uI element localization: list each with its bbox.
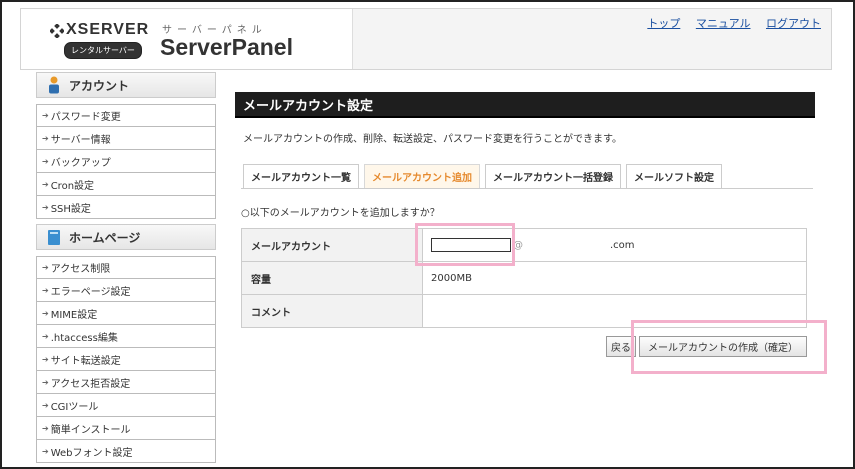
confirm-question: ○以下のメールアカウントを追加しますか？ (241, 208, 440, 219)
top-link-manual[interactable]: マニュアル (696, 17, 751, 30)
table-row: メールアカウント @ .com (241, 228, 807, 262)
sidebar-section-title: アカウント (69, 78, 130, 93)
domain-redacted (525, 242, 610, 248)
arrow-icon: ➔ (42, 111, 49, 120)
table-row: コメント (241, 294, 807, 328)
sidebar-item-redirect[interactable]: ➔ サイト転送設定 (36, 348, 216, 371)
account-name-redacted (431, 238, 511, 252)
page-description: メールアカウントの作成、削除、転送設定、パスワード変更を行うことができます。 (243, 134, 622, 145)
capacity-value: 2000MB (422, 261, 807, 295)
arrow-icon: ➔ (42, 446, 49, 456)
sidebar-item-label: パスワード変更 (50, 112, 121, 123)
create-account-button[interactable]: メールアカウントの作成（確定） (639, 336, 807, 357)
arrow-icon: ➔ (42, 331, 49, 341)
sidebar-item-label: SSH設定 (50, 203, 91, 215)
sidebar-item-label: アクセス制限 (50, 264, 111, 275)
button-row: 戻る メールアカウントの作成（確定） (606, 336, 807, 357)
brand-badge: レンタルサーバー (64, 42, 142, 59)
sidebar-list-account: ➔ パスワード変更 ➔ サーバー情報 ➔ バックアップ ➔ Cron設定 ➔ SSH設定 (36, 104, 216, 219)
row-label: コメント (241, 294, 423, 328)
sidebar-item-mime[interactable]: ➔ MIME設定 (36, 302, 216, 325)
sidebar-item-label: MIME設定 (50, 309, 98, 321)
brand-name: XSERVER (66, 21, 150, 38)
sidebar-item-access-limit[interactable]: ➔ アクセス制限 (36, 256, 216, 279)
sidebar-item-htaccess[interactable]: ➔ .htaccess編集 (36, 325, 216, 348)
arrow-icon: ➔ (42, 308, 49, 318)
tab-bar: メールアカウント一覧 メールアカウント追加 メールアカウント一括登録 メールソフ… (243, 164, 727, 188)
tab-divider (241, 188, 813, 189)
logo[interactable]: XSERVER レンタルサーバー サーバーパネル ServerPanel (21, 9, 352, 69)
page-title: メールアカウント設定 (235, 92, 815, 118)
arrow-icon: ➔ (42, 179, 49, 189)
sidebar-section-account[interactable]: アカウント (36, 72, 216, 98)
sidebar-item-label: エラーページ設定 (50, 286, 131, 298)
mail-account-value: @ .com (422, 228, 807, 262)
arrow-icon: ➔ (42, 423, 49, 433)
tab-mail-software[interactable]: メールソフト設定 (626, 164, 722, 188)
sidebar-item-label: Webフォント設定 (50, 447, 133, 459)
xserver-logo-icon (50, 24, 64, 38)
sidebar-item-label: サイト転送設定 (50, 355, 121, 367)
tab-bulk-register[interactable]: メールアカウント一括登録 (485, 164, 621, 188)
arrow-icon: ➔ (42, 156, 49, 166)
arrow-icon: ➔ (42, 400, 49, 410)
header: XSERVER レンタルサーバー サーバーパネル ServerPanel トップ… (20, 8, 832, 70)
sidebar-item-password[interactable]: ➔ パスワード変更 (36, 104, 216, 127)
sidebar-list-homepage: ➔ アクセス制限 ➔ エラーページ設定 ➔ MIME設定 ➔ .htaccess編集 ➔… (36, 256, 216, 463)
row-label: 容量 (241, 261, 423, 295)
sidebar-item-cgi[interactable]: ➔ CGIツール (36, 394, 216, 417)
at-sign: @ (513, 240, 523, 251)
sidebar-item-access-deny[interactable]: ➔ アクセス拒否設定 (36, 371, 216, 394)
row-label: メールアカウント (241, 228, 423, 262)
sidebar-section-homepage[interactable]: ホームページ (36, 224, 216, 250)
sidebar-item-label: 簡単インストール (50, 424, 131, 436)
sidebar-item-label: アクセス拒否設定 (50, 378, 131, 390)
sidebar: アカウント ➔ パスワード変更 ➔ サーバー情報 ➔ バックアップ ➔ Cron設定 ➔… (36, 72, 216, 467)
sidebar-item-label: サーバー情報 (50, 134, 111, 146)
top-link-home[interactable]: トップ (647, 17, 680, 30)
person-icon (49, 76, 59, 94)
sidebar-item-webfont[interactable]: ➔ Webフォント設定 (36, 440, 216, 463)
sidebar-item-easy-install[interactable]: ➔ 簡単インストール (36, 417, 216, 440)
top-link-logout[interactable]: ログアウト (766, 17, 821, 30)
product-name: ServerPanel (160, 34, 293, 60)
arrow-icon: ➔ (42, 133, 49, 143)
sidebar-item-label: .htaccess編集 (50, 332, 118, 344)
arrow-icon: ➔ (42, 285, 49, 295)
book-icon (48, 230, 60, 245)
table-row: 容量 2000MB (241, 261, 807, 295)
tab-account-add[interactable]: メールアカウント追加 (364, 164, 480, 188)
arrow-icon: ➔ (42, 377, 49, 387)
tab-account-list[interactable]: メールアカウント一覧 (243, 164, 359, 188)
back-button[interactable]: 戻る (606, 336, 636, 357)
sidebar-item-label: Cron設定 (50, 180, 95, 192)
sidebar-item-error-page[interactable]: ➔ エラーページ設定 (36, 279, 216, 302)
sidebar-item-cron[interactable]: ➔ Cron設定 (36, 173, 216, 196)
sidebar-section-title: ホームページ (69, 230, 141, 245)
comment-value (422, 294, 807, 328)
arrow-icon: ➔ (42, 354, 49, 364)
sidebar-item-server-info[interactable]: ➔ サーバー情報 (36, 127, 216, 150)
sidebar-item-ssh[interactable]: ➔ SSH設定 (36, 196, 216, 219)
window: XSERVER レンタルサーバー サーバーパネル ServerPanel トップ… (0, 0, 855, 469)
sidebar-item-backup[interactable]: ➔ バックアップ (36, 150, 216, 173)
sidebar-item-label: CGIツール (50, 401, 99, 413)
confirm-table: メールアカウント @ .com 容量 2000MB コメント (241, 228, 807, 328)
main-content: メールアカウント設定 メールアカウントの作成、削除、転送設定、パスワード変更を行… (235, 92, 815, 357)
sidebar-item-label: バックアップ (50, 157, 111, 169)
domain-suffix: .com (610, 240, 635, 251)
top-links: トップ マニュアル ログアウト (635, 15, 821, 31)
arrow-icon: ➔ (42, 263, 49, 272)
arrow-icon: ➔ (42, 202, 49, 212)
header-nav-area: トップ マニュアル ログアウト (352, 9, 831, 69)
